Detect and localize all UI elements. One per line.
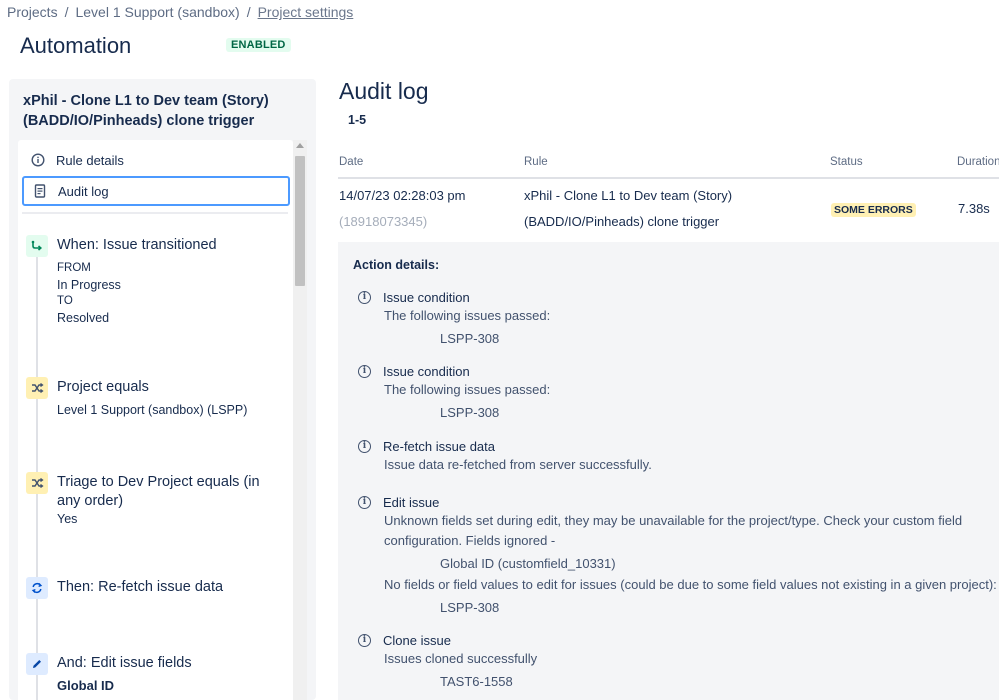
action-value: Global ID (customfield_10331) — [440, 556, 616, 571]
action-name: Clone issue — [383, 632, 451, 648]
rule-step-condition-project[interactable]: Project equals Level 1 Support (sandbox)… — [26, 377, 286, 419]
info-icon: i — [358, 495, 371, 509]
breadcrumb-separator: / — [64, 4, 69, 20]
shuffle-icon — [26, 377, 48, 399]
shuffle-icon — [26, 472, 48, 494]
rule-step-edit-issue[interactable]: And: Edit issue fields Global ID — [26, 653, 286, 695]
breadcrumb-projects[interactable]: Projects — [7, 4, 58, 20]
step-title: And: Edit issue fields — [57, 655, 192, 671]
step-detail-to-value: Resolved — [57, 310, 110, 325]
action-value: LSPP-308 — [440, 405, 500, 420]
breadcrumb-project[interactable]: Level 1 Support (sandbox) — [75, 4, 239, 20]
info-icon: i — [358, 439, 371, 453]
rule-step-refetch[interactable]: Then: Re-fetch issue data — [26, 577, 286, 599]
action-value-secondary: LSPP-308 — [440, 600, 500, 615]
table-header-divider — [338, 177, 999, 179]
nav-divider — [22, 212, 288, 214]
action-name: Re-fetch issue data — [383, 438, 496, 454]
audit-row-date: 14/07/23 02:28:03 pm — [339, 188, 466, 203]
audit-log-title: Audit log — [339, 78, 429, 104]
pencil-icon — [26, 653, 48, 675]
step-detail-from-value: In Progress — [57, 277, 121, 292]
audit-row-id: (18918073345) — [339, 214, 428, 229]
breadcrumb-project-settings[interactable]: Project settings — [258, 4, 354, 20]
info-icon — [30, 152, 46, 168]
action-details-panel: Action details: i Issue condition The fol… — [338, 242, 999, 700]
action-message-secondary: No fields or field values to edit for is… — [384, 577, 997, 592]
nav-rule-details[interactable]: Rule details — [22, 145, 290, 175]
nav-audit-log[interactable]: Audit log — [22, 176, 290, 206]
rule-step-trigger[interactable]: When: Issue transitioned FROM In Progres… — [26, 235, 286, 326]
info-icon: i — [358, 364, 371, 378]
step-title: Triage to Dev Project equals (in any ord… — [57, 474, 260, 509]
scrollbar-thumb[interactable] — [295, 156, 305, 286]
action-item: i Re-fetch issue data Issue data re-fetch… — [358, 437, 998, 475]
nav-audit-log-label: Audit log — [58, 183, 109, 199]
action-item: i Issue condition The following issues pa… — [358, 288, 998, 350]
action-value: TAST6-1558 — [440, 674, 513, 689]
action-details-title: Action details: — [353, 258, 440, 272]
audit-row-rule-line2: (BADD/IO/Pinheads) clone trigger — [524, 214, 720, 229]
action-message: Issue data re-fetched from server succes… — [384, 457, 652, 472]
breadcrumb: Projects / Level 1 Support (sandbox) / Proje… — [7, 4, 353, 20]
column-header-rule[interactable]: Rule — [524, 156, 548, 168]
column-header-duration[interactable]: Duration — [957, 156, 999, 168]
rule-step-condition-triage[interactable]: Triage to Dev Project equals (in any ord… — [26, 472, 286, 528]
action-message: The following issues passed: — [384, 382, 551, 397]
action-name: Issue condition — [383, 363, 470, 379]
audit-row-duration: 7.38s — [958, 201, 990, 216]
audit-row-rule-cell: xPhil - Clone L1 to Dev team (Story) (BA… — [524, 183, 732, 235]
info-icon: i — [358, 633, 371, 647]
action-name: Issue condition — [383, 289, 470, 305]
document-icon — [32, 183, 48, 199]
sidebar-scrollbar[interactable] — [293, 140, 307, 700]
transition-icon — [26, 235, 48, 257]
audit-row-rule-line1: xPhil - Clone L1 to Dev team (Story) — [524, 188, 733, 203]
status-badge: SOME ERRORS — [831, 203, 916, 217]
step-title: Then: Re-fetch issue data — [57, 579, 224, 595]
action-message: Issues cloned successfully — [384, 651, 538, 666]
audit-row-date-cell[interactable]: 14/07/23 02:28:03 pm (18918073345) — [339, 183, 466, 235]
action-item: i Edit issue Unknown fields set during ed… — [358, 493, 998, 619]
nav-rule-details-label: Rule details — [56, 152, 124, 168]
column-header-date[interactable]: Date — [339, 156, 363, 168]
info-icon: i — [358, 290, 371, 304]
step-detail-to-label: TO — [57, 295, 73, 307]
step-title: When: Issue transitioned — [57, 237, 217, 253]
step-detail: Yes — [57, 512, 78, 526]
step-title: Project equals — [57, 379, 149, 395]
result-range: 1-5 — [348, 113, 367, 127]
step-detail: Level 1 Support (sandbox) (LSPP) — [57, 403, 248, 417]
scroll-up-arrow-icon[interactable] — [296, 143, 304, 148]
breadcrumb-separator: / — [246, 4, 251, 20]
action-item: i Issue condition The following issues pa… — [358, 362, 998, 424]
rule-title: xPhil - Clone L1 to Dev team (Story) (BA… — [23, 93, 269, 129]
rule-sidebar: xPhil - Clone L1 to Dev team (Story) (BA… — [9, 79, 316, 700]
rule-nav: Rule details Audit log When: Issue trans… — [18, 140, 293, 700]
enabled-status-badge: ENABLED — [226, 38, 291, 52]
page-title: Automation — [20, 33, 132, 58]
column-header-status[interactable]: Status — [830, 156, 863, 168]
action-value: LSPP-308 — [440, 331, 500, 346]
action-name: Edit issue — [383, 494, 440, 510]
action-message: The following issues passed: — [384, 308, 551, 323]
refresh-icon — [26, 577, 48, 599]
action-item: i Clone issue Issues cloned successfully … — [358, 631, 998, 693]
step-detail-from-label: FROM — [57, 262, 91, 274]
step-detail: Global ID — [57, 678, 115, 693]
action-message: Unknown fields set during edit, they may… — [384, 513, 963, 548]
